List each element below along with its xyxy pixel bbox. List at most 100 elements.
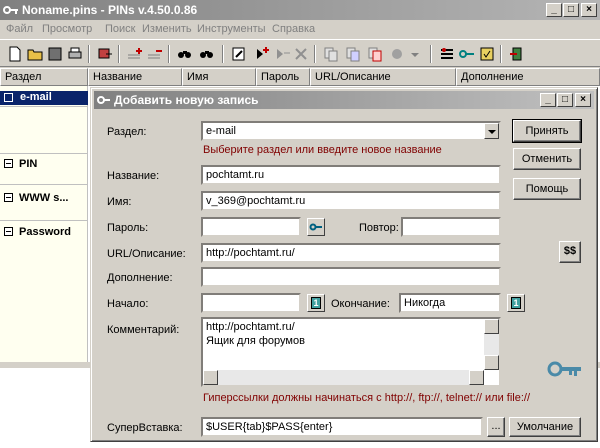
category-www[interactable]: WWW s...	[4, 192, 69, 204]
start-label: Начало:	[107, 298, 149, 310]
collapse-icon[interactable]	[4, 93, 13, 102]
copy-icon[interactable]	[322, 45, 340, 63]
column-header-password[interactable]: Пароль	[256, 68, 310, 86]
section-label: Раздел:	[107, 126, 147, 138]
app-key-icon	[3, 6, 18, 14]
edit-entry-icon[interactable]	[230, 45, 248, 63]
export-icon[interactable]	[96, 45, 114, 63]
superpaste-label: СуперВставка:	[107, 422, 183, 434]
close-button[interactable]: ×	[581, 3, 597, 17]
grid-header: Раздел Название Имя Пароль URL/Описание …	[0, 68, 600, 86]
copy-password-icon[interactable]	[366, 45, 384, 63]
find-icon[interactable]	[176, 45, 194, 63]
delete-entry-icon[interactable]	[292, 45, 310, 63]
chevron-down-icon[interactable]	[484, 123, 499, 139]
copy-name-icon[interactable]	[344, 45, 362, 63]
password-input[interactable]	[201, 217, 301, 237]
key-icon	[547, 361, 581, 377]
cancel-button[interactable]: Отменить	[513, 148, 581, 170]
maximize-button[interactable]: □	[563, 3, 579, 17]
name-label: Название:	[107, 170, 160, 182]
scroll-down-icon[interactable]	[484, 355, 499, 370]
url-input[interactable]: http://pochtamt.ru/	[201, 243, 501, 263]
record-icon[interactable]	[388, 45, 406, 63]
category-email-selected[interactable]: e-mail	[0, 91, 88, 105]
category-password[interactable]: Password	[4, 226, 71, 238]
menu-search[interactable]: Поиск	[105, 23, 135, 35]
column-header-url[interactable]: URL/Описание	[310, 68, 456, 86]
calendar-icon: 1	[311, 297, 321, 309]
dialog-minimize-button[interactable]: _	[540, 93, 556, 107]
section-hint: Выберите раздел или введите новое назван…	[203, 144, 442, 156]
section-combo[interactable]: e-mail	[201, 121, 501, 141]
menu-file[interactable]: Файл	[6, 23, 33, 35]
category-divider	[0, 153, 88, 154]
dropdown-arrow-icon[interactable]	[406, 45, 424, 63]
accept-button[interactable]: Принять	[512, 119, 582, 143]
password-generator-icon[interactable]	[458, 45, 476, 63]
help-button[interactable]: Помощь	[513, 178, 581, 200]
toolbar-separator	[430, 45, 432, 63]
extra-input[interactable]	[201, 267, 501, 287]
user-input[interactable]: v_369@pochtamt.ru	[201, 191, 501, 211]
default-button[interactable]: Умолчание	[509, 417, 581, 437]
horizontal-scrollbar[interactable]	[203, 370, 484, 385]
column-header-name[interactable]: Название	[88, 68, 182, 86]
scroll-up-icon[interactable]	[484, 319, 499, 334]
key-icon	[309, 223, 322, 231]
start-calendar-button[interactable]: 1	[307, 294, 325, 312]
end-calendar-button[interactable]: 1	[507, 294, 525, 312]
menu-help[interactable]: Справка	[272, 23, 315, 35]
superpaste-browse-button[interactable]: ...	[487, 417, 505, 437]
collapse-icon[interactable]	[4, 159, 13, 168]
exit-icon[interactable]	[508, 45, 526, 63]
dialog-title: Добавить новую запись	[114, 93, 259, 107]
toolbar-separator	[168, 45, 170, 63]
settings-list-icon[interactable]	[438, 45, 456, 63]
add-row-icon[interactable]	[126, 45, 144, 63]
name-input[interactable]: pochtamt.ru	[201, 165, 501, 185]
comment-line: Ящик для форумов	[206, 335, 305, 347]
open-folder-icon[interactable]	[26, 45, 44, 63]
dollar-insert-button[interactable]: $$	[559, 241, 581, 263]
generate-password-button[interactable]	[307, 218, 325, 236]
toolbar-separator	[314, 45, 316, 63]
repeat-input[interactable]	[401, 217, 501, 237]
comment-textarea[interactable]: http://pochtamt.ru/ Ящик для форумов	[201, 317, 501, 387]
options-icon[interactable]	[478, 45, 496, 63]
dialog-maximize-button[interactable]: □	[557, 93, 573, 107]
collapse-icon[interactable]	[4, 193, 13, 202]
minimize-button[interactable]: _	[546, 3, 562, 17]
vertical-scrollbar[interactable]	[484, 319, 499, 370]
new-file-icon[interactable]	[6, 45, 24, 63]
menu-tools[interactable]: Инструменты	[197, 23, 266, 35]
print-icon[interactable]	[66, 45, 84, 63]
menu-edit[interactable]: Изменить	[142, 23, 192, 35]
collapse-icon[interactable]	[4, 227, 13, 236]
add-entry-dialog: Добавить новую запись _ □ × Раздел: e-ma…	[90, 87, 598, 442]
new-entry-icon[interactable]	[252, 45, 270, 63]
remove-row-icon[interactable]	[146, 45, 164, 63]
save-icon[interactable]	[46, 45, 64, 63]
find-next-icon[interactable]	[198, 45, 216, 63]
duplicate-entry-icon[interactable]	[272, 45, 290, 63]
url-label: URL/Описание:	[107, 248, 186, 260]
start-date-input[interactable]	[201, 293, 301, 313]
end-date-input[interactable]: Никогда	[399, 293, 501, 313]
dialog-close-button[interactable]: ×	[575, 93, 591, 107]
category-column: PIN WWW s... Password	[0, 86, 88, 362]
superpaste-input[interactable]: $USER{tab}$PASS{enter}	[201, 417, 483, 437]
column-header-section[interactable]: Раздел	[0, 68, 88, 86]
dialog-key-icon	[97, 96, 110, 104]
toolbar-separator	[222, 45, 224, 63]
comment-line: http://pochtamt.ru/	[206, 321, 295, 333]
menu-bar: Файл Просмотр Поиск Изменить Инструменты…	[0, 20, 600, 39]
category-divider	[0, 184, 88, 185]
category-pin[interactable]: PIN	[4, 158, 37, 170]
column-header-user[interactable]: Имя	[182, 68, 256, 86]
column-header-extra[interactable]: Дополнение	[456, 68, 600, 86]
menu-view[interactable]: Просмотр	[42, 23, 92, 35]
scroll-right-icon[interactable]	[469, 370, 484, 385]
dialog-title-bar: Добавить новую запись _ □ ×	[94, 91, 594, 109]
scroll-left-icon[interactable]	[203, 370, 218, 385]
